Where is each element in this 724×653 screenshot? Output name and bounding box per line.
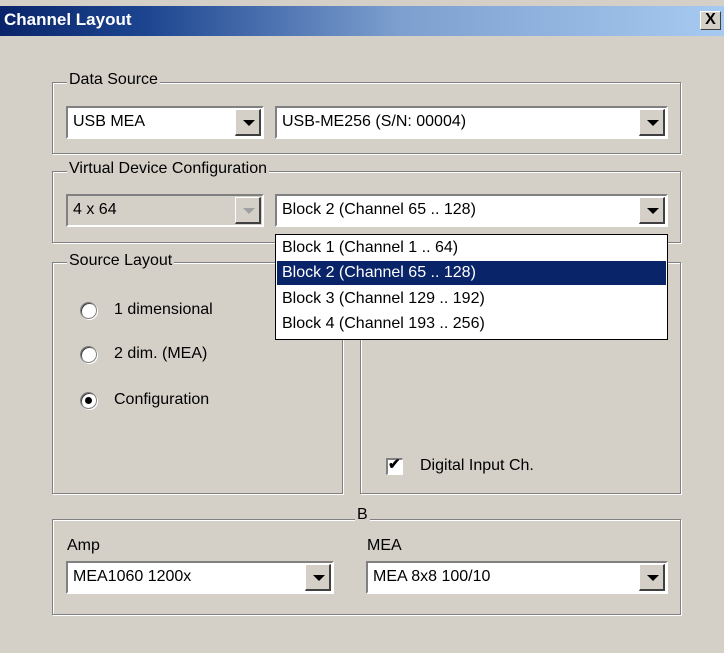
radio-1-dimensional-label[interactable]: 1 dimensional: [114, 301, 213, 319]
close-button[interactable]: X: [700, 11, 721, 30]
mea-label: MEA: [367, 537, 402, 554]
close-icon: X: [705, 11, 716, 28]
data-source-device-select[interactable]: USB-ME256 (S/N: 00004): [275, 106, 668, 139]
digital-input-checkbox[interactable]: ✔: [386, 456, 403, 475]
mea-dropdown-button[interactable]: [639, 564, 665, 591]
virtual-device-legend: Virtual Device Configuration: [67, 160, 270, 178]
data-source-type-value: USB MEA: [73, 113, 146, 130]
data-source-type-dropdown-button[interactable]: [235, 109, 261, 136]
dropdown-option-block-4[interactable]: Block 4 (Channel 193 .. 256): [277, 312, 666, 336]
virtual-config-select: 4 x 64: [66, 194, 264, 227]
radio-2-dim-mea-label[interactable]: 2 dim. (MEA): [114, 345, 207, 363]
checkmark-icon: ✔: [388, 456, 401, 473]
amp-mea-legend: B: [355, 506, 370, 524]
window-title: Channel Layout: [4, 10, 132, 29]
chevron-down-icon: [647, 120, 659, 126]
data-source-type-select[interactable]: USB MEA: [66, 106, 264, 139]
digital-input-label[interactable]: Digital Input Ch.: [420, 457, 534, 475]
dropdown-option-block-2[interactable]: Block 2 (Channel 65 .. 128): [277, 261, 666, 285]
virtual-block-value: Block 2 (Channel 65 .. 128): [282, 201, 476, 218]
virtual-config-value: 4 x 64: [73, 201, 117, 218]
title-bar[interactable]: Channel Layout X: [0, 0, 724, 38]
channel-layout-dialog: Channel Layout X Data Source USB MEA USB…: [0, 0, 724, 653]
dropdown-option-block-3[interactable]: Block 3 (Channel 129 .. 192): [277, 287, 666, 311]
radio-selected-dot: [85, 397, 92, 404]
virtual-config-dropdown-button: [235, 197, 261, 224]
radio-2-dim-mea[interactable]: [80, 346, 97, 363]
chevron-down-icon: [647, 575, 659, 581]
chevron-down-icon: [243, 120, 255, 126]
mea-value: MEA 8x8 100/10: [373, 568, 491, 585]
radio-1-dimensional[interactable]: [80, 302, 97, 319]
virtual-block-dropdown-button[interactable]: [639, 197, 665, 224]
amp-value: MEA1060 1200x: [73, 568, 192, 585]
chevron-down-icon: [243, 208, 255, 214]
chevron-down-icon: [647, 208, 659, 214]
amp-dropdown-button[interactable]: [305, 564, 331, 591]
data-source-device-value: USB-ME256 (S/N: 00004): [282, 113, 467, 130]
virtual-block-select[interactable]: Block 2 (Channel 65 .. 128): [275, 194, 668, 227]
data-source-legend: Data Source: [67, 71, 160, 89]
radio-configuration-label[interactable]: Configuration: [114, 391, 209, 409]
mea-select[interactable]: MEA 8x8 100/10: [366, 561, 668, 594]
source-layout-legend: Source Layout: [67, 252, 175, 270]
radio-configuration[interactable]: [80, 392, 97, 409]
data-source-device-dropdown-button[interactable]: [639, 109, 665, 136]
dropdown-option-block-1[interactable]: Block 1 (Channel 1 .. 64): [277, 236, 666, 260]
amp-select[interactable]: MEA1060 1200x: [66, 561, 334, 594]
amp-label: Amp: [67, 537, 100, 554]
block-dropdown-list[interactable]: Block 1 (Channel 1 .. 64) Block 2 (Chann…: [275, 234, 668, 340]
chevron-down-icon: [313, 575, 325, 581]
